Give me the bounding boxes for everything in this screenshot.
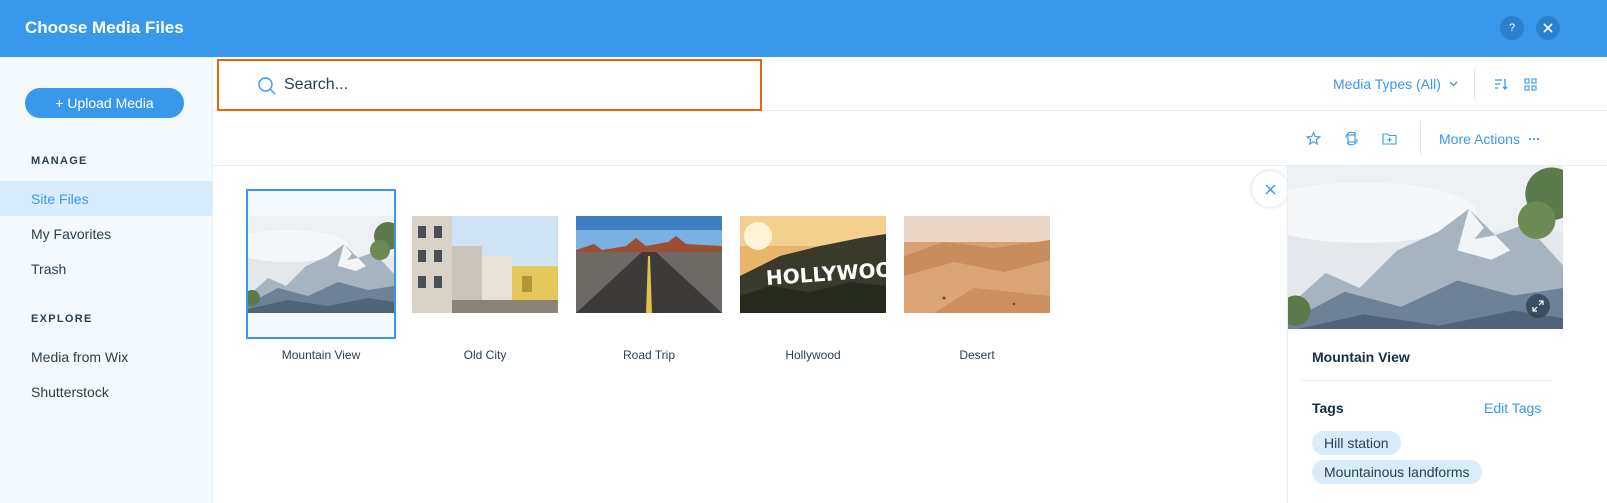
media-types-dropdown[interactable]: Media Types (All) <box>1333 76 1458 92</box>
edit-tags-link[interactable]: Edit Tags <box>1484 400 1541 416</box>
tag-chip[interactable]: Mountainous landforms <box>1312 460 1482 484</box>
manage-section-title: MANAGE <box>31 155 88 167</box>
details-divider <box>1301 380 1553 381</box>
thumbnail-frame <box>410 189 560 339</box>
media-item-label: Hollywood <box>785 348 841 362</box>
favorite-button[interactable] <box>1305 130 1321 146</box>
sidebar-item-site-files[interactable]: Site Files <box>0 181 213 216</box>
grid-view-icon <box>1523 77 1537 91</box>
preview-image <box>1288 166 1563 329</box>
more-actions-button[interactable]: More Actions <box>1439 131 1540 147</box>
help-icon: ? <box>1508 22 1516 34</box>
close-details-button[interactable] <box>1252 171 1288 207</box>
move-to-folder-button[interactable] <box>1381 130 1397 146</box>
upload-media-button[interactable]: + Upload Media <box>25 88 184 118</box>
close-dialog-button[interactable] <box>1536 16 1560 40</box>
media-item-label: Old City <box>463 348 507 362</box>
sort-icon <box>1495 79 1508 90</box>
old-city-thumbnail <box>412 216 558 313</box>
expand-preview-button[interactable] <box>1526 294 1550 318</box>
sidebar-item-trash[interactable]: Trash <box>0 251 213 286</box>
sidebar: + Upload Media MANAGE Site Files My Favo… <box>0 57 213 503</box>
thumbnail-frame <box>902 189 1052 339</box>
sidebar-item-media-from-wix[interactable]: Media from Wix <box>0 339 213 374</box>
actions-divider <box>1420 121 1421 155</box>
hollywood-thumbnail: HOLLYWOOD <box>740 216 886 313</box>
close-icon <box>1265 184 1275 194</box>
mountain-view-thumbnail <box>248 216 394 313</box>
replace-icon <box>1344 131 1358 145</box>
tags-heading: Tags <box>1312 400 1344 416</box>
grid-view-button[interactable] <box>1522 76 1538 92</box>
help-button[interactable]: ? <box>1500 16 1524 40</box>
search-toolbar: Media Types (All) <box>213 57 1607 111</box>
search-input[interactable] <box>284 76 744 94</box>
desert-thumbnail <box>904 216 1050 313</box>
media-item-label: Mountain View <box>281 348 361 362</box>
more-actions-label: More Actions <box>1439 131 1520 147</box>
more-dots-icon <box>1528 137 1540 141</box>
details-file-name: Mountain View <box>1312 349 1410 365</box>
close-icon <box>1543 23 1553 33</box>
details-panel: Mountain View Tags Edit Tags Hill statio… <box>1287 166 1607 503</box>
thumbnail-frame: HOLLYWOOD <box>738 189 888 339</box>
replace-button[interactable] <box>1342 129 1360 147</box>
search-box[interactable] <box>217 59 762 111</box>
media-item-label: Road Trip <box>622 348 676 362</box>
media-item-label: Desert <box>959 348 995 362</box>
sidebar-item-my-favorites[interactable]: My Favorites <box>0 216 213 251</box>
thumbnail-frame <box>246 189 396 339</box>
header-bar: Choose Media Files ? <box>0 0 1607 57</box>
actions-toolbar: More Actions <box>213 111 1607 166</box>
search-icon <box>258 77 276 95</box>
media-types-label: Media Types (All) <box>1333 76 1441 92</box>
dialog-title: Choose Media Files <box>25 18 184 37</box>
folder-icon <box>1381 132 1397 145</box>
sort-button[interactable] <box>1493 76 1509 92</box>
media-manager-window: Choose Media Files ? + Upload Media MANA… <box>0 0 1607 503</box>
expand-icon <box>1532 300 1544 312</box>
explore-section-title: EXPLORE <box>31 313 93 325</box>
sidebar-item-shutterstock[interactable]: Shutterstock <box>0 374 213 409</box>
toolbar-divider <box>1474 69 1475 99</box>
road-trip-thumbnail <box>576 216 722 313</box>
tag-chip[interactable]: Hill station <box>1312 431 1401 455</box>
star-icon <box>1305 130 1321 145</box>
thumbnail-frame <box>574 189 724 339</box>
chevron-down-icon <box>1449 81 1458 87</box>
